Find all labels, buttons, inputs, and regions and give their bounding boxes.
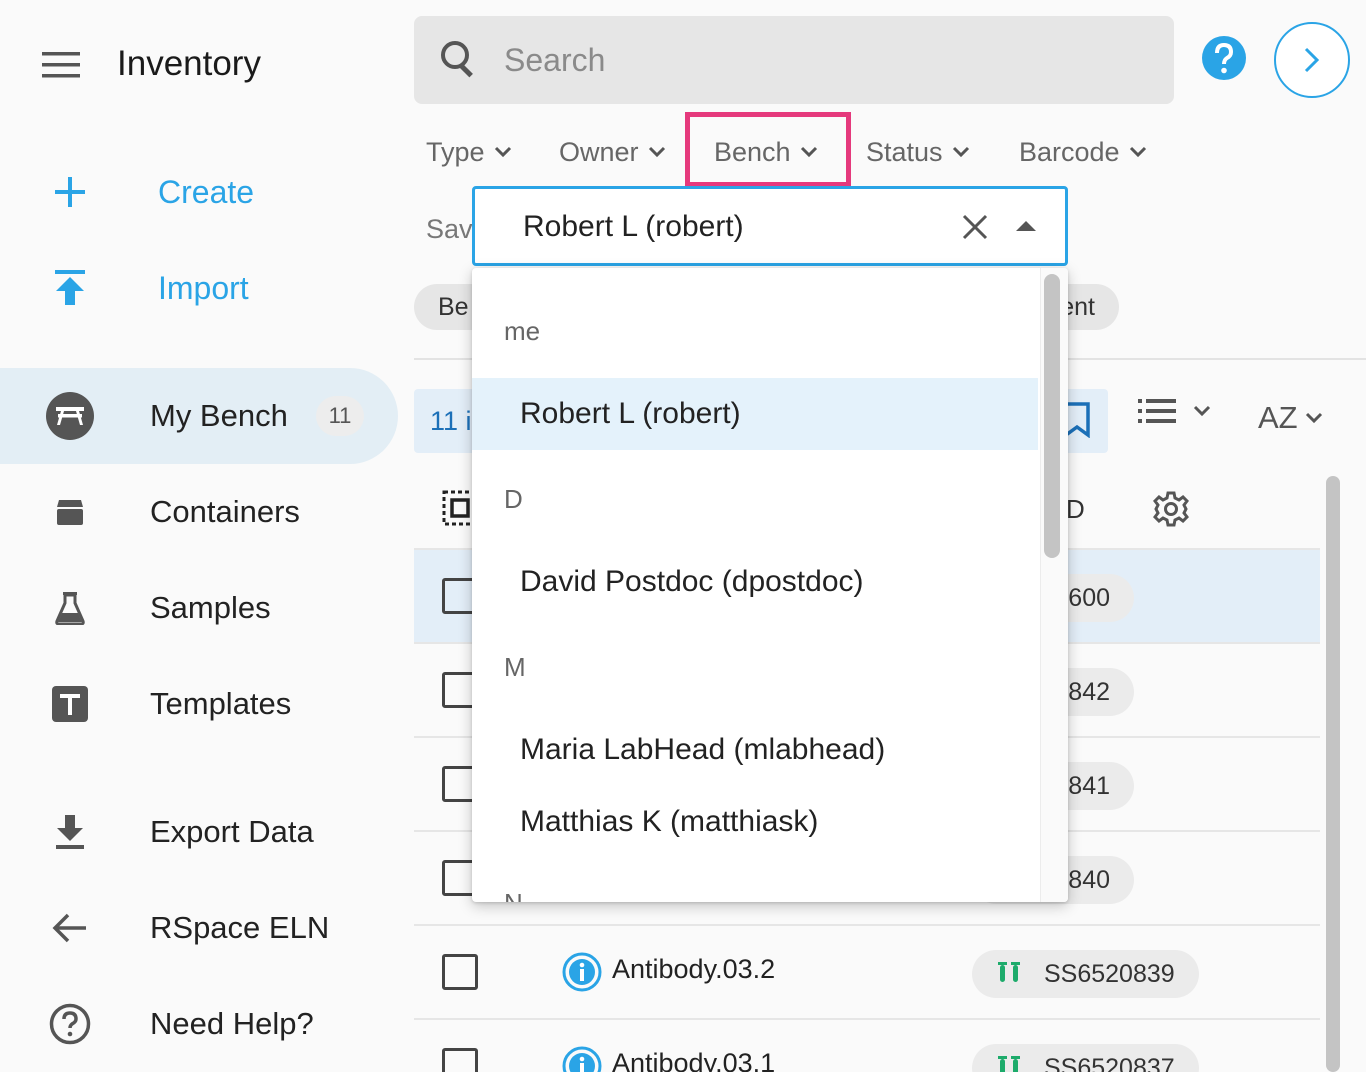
sidebar-item-label: RSpace ELN xyxy=(150,910,330,945)
import-label: Import xyxy=(158,269,249,306)
option-robert[interactable]: Robert L (robert) xyxy=(472,378,1038,450)
sidebar-item-samples[interactable]: Samples xyxy=(0,560,400,656)
chevron-down-icon xyxy=(1193,405,1211,417)
import-button[interactable]: Import xyxy=(44,258,249,318)
option-group-header: D xyxy=(504,484,523,514)
bench-owner-listbox: me Robert L (robert) D David Postdoc (dp… xyxy=(472,268,1068,902)
row-checkbox[interactable] xyxy=(442,1048,478,1072)
sidebar-item-containers[interactable]: Containers xyxy=(0,464,400,560)
global-id-chip[interactable]: SS6520839 xyxy=(972,950,1199,998)
saved-searches-label: Sav xyxy=(426,214,473,244)
chevron-down-icon xyxy=(952,146,969,158)
option-matthiask[interactable]: Matthias K (matthiask) xyxy=(472,786,1038,858)
help-button[interactable] xyxy=(1200,34,1248,82)
sort-button[interactable]: AZ xyxy=(1258,400,1324,436)
sidebar-item-label: Export Data xyxy=(150,814,314,849)
global-id-text: SS6520837 xyxy=(1044,1053,1175,1072)
sidebar-item-label: Templates xyxy=(150,686,292,721)
question-circle-icon xyxy=(1202,36,1246,80)
global-id-text: SS6520839 xyxy=(1044,959,1175,988)
info-button[interactable] xyxy=(562,952,602,992)
template-t-icon xyxy=(52,686,88,722)
filter-type-label: Type xyxy=(426,136,485,167)
table-row[interactable]: Antibody.03.1 SS6520837 xyxy=(414,1018,1320,1072)
row-checkbox[interactable] xyxy=(442,954,478,990)
app-title: Inventory xyxy=(117,44,261,83)
info-icon xyxy=(562,952,602,992)
search-icon xyxy=(441,41,473,78)
info-icon xyxy=(562,1046,602,1072)
sidebar-item-rspace-eln[interactable]: RSpace ELN xyxy=(0,880,400,976)
filter-status-label: Status xyxy=(866,136,943,167)
upload-icon xyxy=(55,270,85,305)
bench-filter-highlight-box xyxy=(685,112,851,187)
sidebar-item-label: Samples xyxy=(150,590,271,625)
row-name[interactable]: Antibody.03.1 xyxy=(612,1048,775,1072)
sidebar-item-templates[interactable]: Templates xyxy=(0,656,400,752)
option-group-header: M xyxy=(504,652,526,682)
create-label: Create xyxy=(158,173,255,210)
gear-icon xyxy=(1153,491,1189,527)
question-circle-icon xyxy=(49,1003,91,1045)
sidebar-item-need-help[interactable]: Need Help? xyxy=(0,976,400,1072)
chevron-right-icon xyxy=(1304,47,1320,73)
filter-type[interactable]: Type xyxy=(426,130,513,174)
flask-icon xyxy=(55,592,85,625)
arrow-left-icon xyxy=(52,913,86,943)
chevron-down-icon xyxy=(1305,412,1322,424)
row-name[interactable]: Antibody.03.2 xyxy=(612,954,775,985)
hamburger-icon xyxy=(42,52,80,78)
filter-barcode-label: Barcode xyxy=(1019,136,1120,167)
list-icon xyxy=(1138,399,1176,423)
view-mode-button[interactable] xyxy=(1138,398,1212,424)
collapse-button[interactable] xyxy=(1015,219,1037,233)
table-scrollbar[interactable] xyxy=(1326,476,1340,1072)
plus-icon xyxy=(55,177,85,207)
filter-barcode[interactable]: Barcode xyxy=(1019,130,1148,174)
global-id-chip[interactable]: SS6520837 xyxy=(972,1044,1199,1072)
test-tube-icon xyxy=(998,1056,1020,1072)
sort-label: AZ xyxy=(1258,400,1298,435)
bench-icon xyxy=(46,392,94,440)
table-row[interactable]: Antibody.03.2 SS6520839 xyxy=(414,924,1320,1018)
option-group-header: me xyxy=(504,316,541,346)
sidebar-item-label: My Bench xyxy=(150,398,288,433)
triangle-up-icon xyxy=(1016,221,1036,231)
sidebar: Inventory Create Import My Bench 11 Cont… xyxy=(0,0,400,1072)
chevron-down-icon xyxy=(648,146,665,158)
filter-owner-label: Owner xyxy=(559,136,639,167)
filter-owner[interactable]: Owner xyxy=(559,130,667,174)
box-icon xyxy=(57,500,83,525)
chevron-down-icon xyxy=(494,146,511,158)
bench-owner-input-value[interactable]: Robert L (robert) xyxy=(523,210,744,244)
option-dpostdoc[interactable]: David Postdoc (dpostdoc) xyxy=(472,546,1038,618)
sidebar-item-label: Containers xyxy=(150,494,300,529)
info-button[interactable] xyxy=(562,1046,602,1072)
expand-panel-button[interactable] xyxy=(1274,22,1350,98)
listbox-scrollbar-thumb[interactable] xyxy=(1044,274,1060,558)
option-group-header: N xyxy=(504,888,523,902)
close-icon xyxy=(962,214,988,240)
search-input[interactable] xyxy=(504,36,1104,84)
clear-button[interactable] xyxy=(961,213,989,241)
download-icon xyxy=(56,815,84,849)
hamburger-menu-button[interactable] xyxy=(40,48,84,82)
create-button[interactable]: Create xyxy=(44,162,254,222)
search-bar xyxy=(414,16,1174,104)
option-mlabhead[interactable]: Maria LabHead (mlabhead) xyxy=(472,714,1038,786)
test-tube-icon xyxy=(998,962,1020,982)
sidebar-item-label: Need Help? xyxy=(150,1006,314,1041)
bench-owner-combobox[interactable]: Robert L (robert) xyxy=(472,186,1068,266)
column-header-global-id[interactable]: D xyxy=(1066,494,1085,525)
filter-status[interactable]: Status xyxy=(866,130,971,174)
my-bench-count-badge: 11 xyxy=(316,396,364,436)
sidebar-item-export-data[interactable]: Export Data xyxy=(0,784,400,880)
table-settings-button[interactable] xyxy=(1152,490,1190,528)
chevron-down-icon xyxy=(1129,146,1146,158)
